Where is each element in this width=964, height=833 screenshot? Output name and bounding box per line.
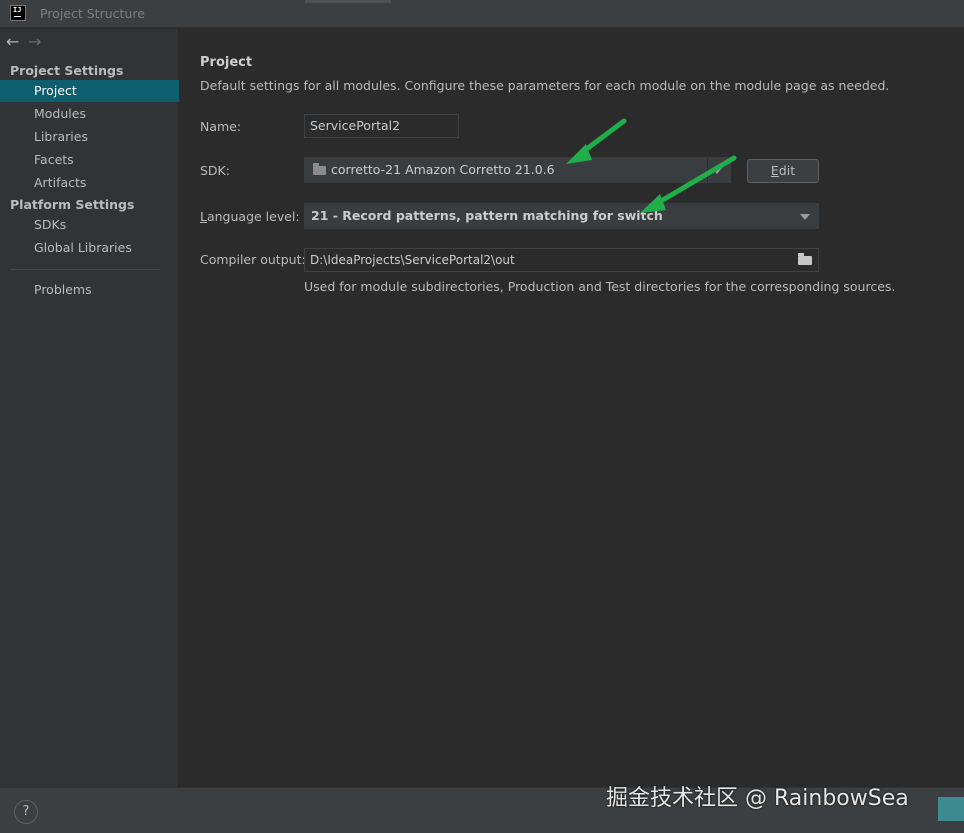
watermark: 掘金技术社区 @ RainbowSea — [606, 786, 909, 811]
sidebar-item-modules[interactable]: Modules — [0, 103, 179, 125]
project-settings-header: Project Settings — [10, 63, 124, 78]
window-title: Project Structure — [40, 6, 145, 21]
project-name-field[interactable]: ServicePortal2 — [304, 114, 459, 138]
edit-label-rest: dit — [778, 163, 796, 178]
sdk-label: SDK: — [200, 163, 230, 178]
help-button[interactable]: ? — [14, 800, 38, 824]
folder-browse-icon[interactable] — [798, 253, 812, 265]
page-description: Default settings for all modules. Config… — [200, 78, 890, 93]
sidebar-item-libraries[interactable]: Libraries — [0, 126, 179, 148]
intellij-app-icon: IJ — [10, 5, 26, 21]
language-level-label: Language level: — [200, 209, 300, 224]
compiler-output-hint: Used for module subdirectories, Producti… — [304, 279, 896, 294]
language-level-dropdown[interactable]: 21 - Record patterns, pattern matching f… — [304, 203, 819, 229]
page-title: Project — [200, 55, 253, 70]
sdk-dropdown-divider — [707, 158, 708, 182]
sidebar-item-facets[interactable]: Facets — [0, 149, 179, 171]
edit-mnemonic: E — [770, 163, 779, 178]
language-level-mnemonic: L — [200, 209, 207, 224]
chevron-down-icon[interactable] — [800, 214, 810, 220]
sidebar-divider — [10, 269, 160, 270]
chevron-down-icon[interactable] — [712, 168, 722, 174]
ok-button-partial[interactable] — [938, 797, 964, 821]
sidebar-item-artifacts[interactable]: Artifacts — [0, 172, 179, 194]
name-label: Name: — [200, 119, 242, 134]
project-settings-panel: Project Default settings for all modules… — [180, 29, 964, 787]
sdk-value: corretto-21 Amazon Corretto 21.0.6 — [331, 162, 555, 177]
forward-arrow-icon[interactable]: → — [28, 33, 48, 51]
sidebar-item-global-libraries[interactable]: Global Libraries — [0, 237, 179, 259]
sdk-folder-icon — [313, 163, 326, 175]
sidebar-item-problems[interactable]: Problems — [0, 279, 179, 301]
sdk-edit-button[interactable]: Edit — [747, 159, 819, 183]
title-bar: IJ Project Structure — [0, 0, 964, 28]
language-level-value: 21 - Record patterns, pattern matching f… — [311, 208, 663, 223]
sidebar: ← → Project Settings Project Modules Libr… — [0, 29, 179, 787]
language-level-label-rest: anguage level: — [206, 209, 300, 224]
platform-settings-header: Platform Settings — [10, 197, 135, 212]
title-bar-tab-stub — [305, 0, 391, 3]
compiler-output-field[interactable]: D:\IdeaProjects\ServicePortal2\out — [304, 248, 819, 272]
sidebar-item-sdks[interactable]: SDKs — [0, 214, 179, 236]
back-arrow-icon[interactable]: ← — [6, 33, 26, 51]
sidebar-item-project[interactable]: Project — [0, 80, 179, 102]
history-navigation: ← → — [6, 33, 48, 51]
compiler-output-label: Compiler output: — [200, 252, 306, 267]
compiler-output-value: D:\IdeaProjects\ServicePortal2\out — [310, 253, 515, 267]
sdk-dropdown[interactable]: corretto-21 Amazon Corretto 21.0.6 — [304, 157, 731, 183]
